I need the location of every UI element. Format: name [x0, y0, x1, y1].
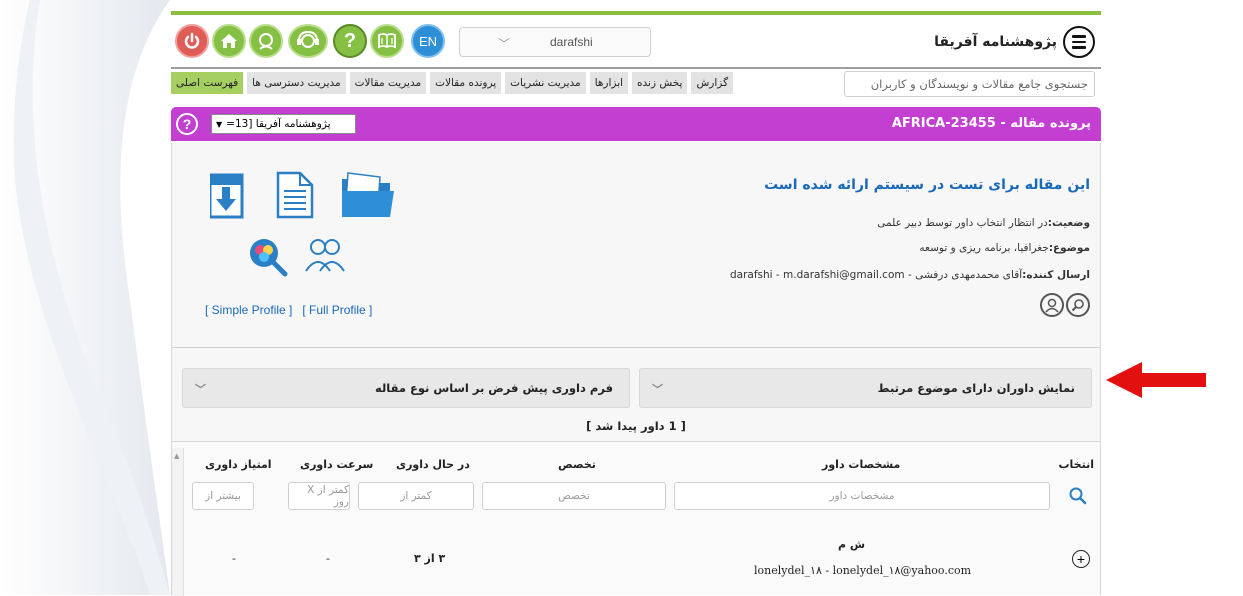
brand: پژوهشنامه آفریقا — [934, 26, 1095, 58]
filter-reviewer-info-input[interactable]: مشخصات داور — [674, 482, 1050, 510]
menu-item-access-management[interactable]: مدیریت دسترسی ها — [247, 72, 346, 94]
status-line: وضعیت:در انتظار انتخاب داور توسط دبیر عل… — [877, 217, 1090, 229]
paper-title: این مقاله برای تست در سیستم ارائه شده اس… — [764, 177, 1090, 193]
user-head-icon[interactable] — [249, 24, 283, 58]
add-reviewer-icon[interactable]: + — [1072, 550, 1090, 568]
document-actions — [208, 171, 400, 285]
power-icon[interactable] — [175, 24, 209, 58]
subject-line: موضوع:جغرافیا، برنامه ریزی و توسعه — [919, 242, 1090, 254]
status-value: در انتظار انتخاب داور توسط دبیر علمی — [877, 217, 1048, 229]
support-headset-icon[interactable] — [288, 24, 328, 58]
scroll-up-arrow-icon[interactable]: ▲ — [174, 452, 179, 460]
reviewers-by-subject-dropdown[interactable]: نمایش داوران دارای موضوع مرتبط ﹀ — [639, 368, 1092, 408]
reviewer-score: - — [232, 552, 236, 565]
menu-item-report[interactable]: گزارش — [691, 72, 734, 94]
case-help-icon[interactable]: ? — [176, 113, 198, 135]
journal-select[interactable]: ▼ پژوهشنامه آفریقا [13= — [211, 114, 356, 134]
journal-select-value: پژوهشنامه آفریقا [13= — [226, 118, 331, 130]
menu-item-article-files[interactable]: پرونده مقالات — [430, 72, 502, 94]
top-toolbar: ? EN ﹀ darafshi پژوهشنامه آفریقا — [171, 15, 1101, 69]
language-button[interactable]: EN — [411, 24, 445, 58]
sender-label: ارسال کننده: — [1022, 269, 1090, 281]
full-profile-link[interactable]: [ Full Profile ] — [302, 303, 372, 317]
filter-review-score-input[interactable]: بیشتر از — [192, 482, 254, 510]
analysis-search-icon[interactable] — [250, 239, 288, 277]
sender-profile-icon[interactable] — [1040, 293, 1064, 317]
user-select-value: darafshi — [550, 35, 593, 49]
col-expertise: تخصص — [558, 458, 596, 471]
paper-info-section: این مقاله برای تست در سیستم ارائه شده اس… — [172, 143, 1100, 347]
menu-item-articles-management[interactable]: مدیریت مقالات — [349, 72, 427, 94]
download-icon[interactable] — [208, 173, 244, 219]
sender-line: ارسال کننده:آقای محمدمهدی درفشی - darafs… — [730, 269, 1090, 281]
folder-icon[interactable] — [342, 172, 394, 217]
book-icon[interactable] — [370, 24, 404, 58]
user-select[interactable]: ﹀ darafshi — [459, 27, 651, 57]
review-form-label: فرم داوری پیش فرض بر اساس نوع مقاله — [374, 381, 613, 395]
subject-value: جغرافیا، برنامه ریزی و توسعه — [919, 242, 1049, 254]
col-review-speed: سرعت داوری — [300, 458, 374, 471]
case-title: پرونده مقاله - AFRICA-23455 — [891, 116, 1091, 131]
menu-item-live[interactable]: پخش زنده — [632, 72, 688, 94]
reviewers-table: ▲ انتخاب مشخصات داور تخصص در حال داوری س… — [172, 441, 1100, 596]
main-menu: فهرست اصلی مدیریت دسترسی ها مدیریت مقالا… — [171, 71, 1101, 102]
filter-review-speed-input[interactable]: کمتر از X روز — [288, 482, 350, 510]
col-reviewer-info: مشخصات داور — [822, 458, 901, 471]
hamburger-menu-icon[interactable] — [1063, 26, 1095, 58]
reviewers-by-subject-label: نمایش داوران دارای موضوع مرتبط — [877, 381, 1075, 395]
subject-label: موضوع: — [1048, 242, 1090, 254]
menu-item-tools[interactable]: ابزارها — [589, 72, 629, 94]
app-frame: ? EN ﹀ darafshi پژوهشنامه آفریقا فهرست ا… — [171, 11, 1101, 596]
reviewers-group-icon[interactable] — [305, 239, 345, 272]
reviewer-in-review: ۳ از ۳ — [414, 552, 446, 565]
reviewer-name: ش م — [838, 538, 866, 551]
home-icon[interactable] — [212, 24, 246, 58]
filter-expertise-input[interactable]: تخصص — [482, 482, 666, 510]
help-icon[interactable]: ? — [333, 24, 367, 58]
filter-search-icon[interactable] — [1068, 486, 1088, 510]
col-review-score: امتیاز داوری — [205, 458, 272, 471]
chevron-down-icon: ﹀ — [652, 383, 663, 396]
reviewer-speed: - — [326, 552, 330, 565]
main-panel: این مقاله برای تست در سیستم ارائه شده اس… — [171, 143, 1101, 596]
col-select: انتخاب — [1058, 458, 1094, 471]
table-scrollbar[interactable]: ▲ — [172, 448, 184, 596]
sender-value: آقای محمدمهدی درفشی - darafshi - m.daraf… — [729, 269, 1023, 281]
menu-item-journals-management[interactable]: مدیریت نشریات — [505, 72, 586, 94]
menu-item-main-list[interactable]: فهرست اصلی — [171, 72, 244, 94]
chevron-down-icon: ﹀ — [195, 383, 206, 396]
col-in-review: در حال داوری — [396, 458, 470, 471]
reviewers-found-count: [ 1 داور پیدا شد ] — [586, 419, 686, 433]
profile-links: [ Simple Profile ] [ Full Profile ] — [205, 303, 372, 317]
brand-title: پژوهشنامه آفریقا — [934, 34, 1057, 50]
document-icon[interactable] — [276, 171, 314, 219]
select-arrow-icon: ▼ — [216, 119, 223, 129]
sender-actions — [1040, 293, 1090, 317]
annotation-arrow-dropdown — [1106, 362, 1206, 398]
sender-search-icon[interactable] — [1066, 293, 1090, 317]
review-form-dropdown[interactable]: فرم داوری پیش فرض بر اساس نوع مقاله ﹀ — [182, 368, 630, 408]
case-header-bar: ? ▼ پژوهشنامه آفریقا [13= پرونده مقاله -… — [171, 107, 1101, 141]
global-search-input[interactable]: جستجوی جامع مقالات و نویسندگان و کاربران — [844, 71, 1095, 97]
filter-in-review-input[interactable]: کمتر از — [358, 482, 474, 510]
status-label: وضعیت: — [1047, 217, 1090, 229]
menu-items: فهرست اصلی مدیریت دسترسی ها مدیریت مقالا… — [171, 72, 734, 94]
reviewer-contact: lonelydel_۱۸ - lonelydel_۱۸@yahoo.com — [754, 564, 972, 577]
simple-profile-link[interactable]: [ Simple Profile ] — [205, 303, 292, 317]
chevron-down-icon: ﹀ — [498, 37, 511, 51]
